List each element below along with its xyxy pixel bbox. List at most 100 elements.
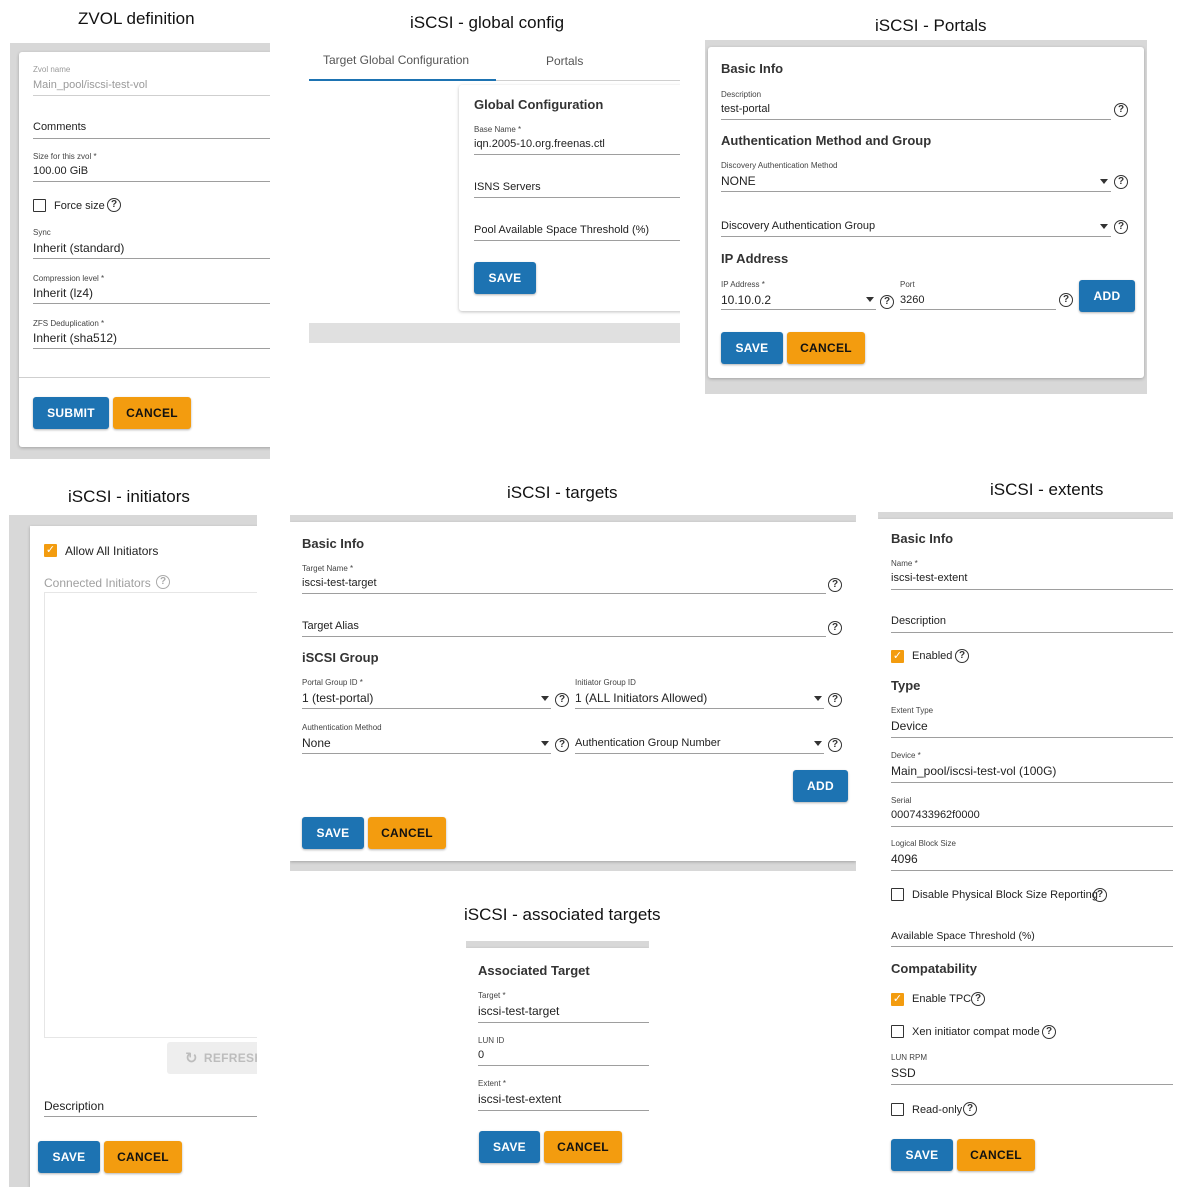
assoc-extent-select[interactable]: iscsi-test-extent	[478, 1092, 561, 1106]
block-size-label: Logical Block Size	[891, 839, 956, 848]
portal-group-chevron-down-icon[interactable]	[541, 696, 549, 701]
assoc-cancel-button[interactable]: CANCEL	[544, 1131, 622, 1163]
assoc-target-select[interactable]: iscsi-test-target	[478, 1004, 559, 1018]
tab-portals[interactable]: Portals	[546, 54, 583, 68]
comments-field[interactable]: Comments	[33, 121, 86, 133]
extent-name-field[interactable]: iscsi-test-extent	[891, 572, 967, 584]
initiator-group-help-icon[interactable]: ?	[828, 693, 842, 707]
zvol-cancel-button[interactable]: CANCEL	[113, 397, 191, 429]
portal-ip-select[interactable]: 10.10.0.2	[721, 293, 771, 307]
read-only-checkbox[interactable]	[891, 1103, 904, 1116]
global-save-button[interactable]: SAVE	[474, 262, 536, 294]
enabled-checkbox[interactable]: ✓	[891, 650, 904, 663]
serial-label: Serial	[891, 796, 912, 805]
portal-description-field[interactable]: test-portal	[721, 103, 770, 115]
portal-port-help-icon[interactable]: ?	[1059, 293, 1073, 307]
extent-name-label: Name *	[891, 559, 918, 568]
tab-target-global-configuration[interactable]: Target Global Configuration	[323, 53, 469, 67]
global-config-panel: Target Global Configuration Portals Glob…	[309, 40, 680, 343]
compression-select[interactable]: Inherit (lz4)	[33, 286, 93, 300]
dedup-underline	[33, 348, 270, 349]
initiator-cancel-button[interactable]: CANCEL	[104, 1141, 182, 1173]
enable-tpc-help-icon[interactable]: ?	[971, 992, 985, 1006]
dedup-label: ZFS Deduplication *	[33, 319, 105, 328]
disc-auth-group-chevron-down-icon[interactable]	[1100, 224, 1108, 229]
disable-phys-block-help-icon[interactable]: ?	[1093, 888, 1107, 902]
target-save-button[interactable]: SAVE	[302, 817, 364, 849]
serial-field[interactable]: 0007433962f0000	[891, 809, 980, 821]
portal-ip-chevron-down-icon[interactable]	[866, 297, 874, 302]
portal-cancel-button[interactable]: CANCEL	[787, 332, 865, 364]
portal-group-help-icon[interactable]: ?	[555, 693, 569, 707]
target-auth-method-help-icon[interactable]: ?	[555, 738, 569, 752]
lun-id-field[interactable]: 0	[478, 1049, 484, 1061]
extent-description-field[interactable]: Description	[891, 615, 946, 627]
portal-group-select[interactable]: 1 (test-portal)	[302, 691, 373, 705]
initiator-description-field[interactable]: Description	[44, 1099, 104, 1113]
auth-group-number-chevron-down-icon[interactable]	[814, 741, 822, 746]
device-select[interactable]: Main_pool/iscsi-test-vol (100G)	[891, 764, 1056, 778]
target-alias-field[interactable]: Target Alias	[302, 620, 359, 632]
portal-port-underline	[900, 309, 1056, 310]
disc-auth-group-help-icon[interactable]: ?	[1114, 220, 1128, 234]
initiator-save-button[interactable]: SAVE	[38, 1141, 100, 1173]
base-name-field[interactable]: iqn.2005-10.org.freenas.ctl	[474, 138, 605, 150]
extents-basic-info-title: Basic Info	[891, 531, 954, 546]
refresh-button[interactable]: ↻ REFRESH	[167, 1042, 257, 1074]
isns-servers-field[interactable]: ISNS Servers	[474, 181, 541, 193]
portals-basic-info-title: Basic Info	[721, 61, 784, 76]
portal-ip-label: IP Address *	[721, 280, 765, 289]
target-name-field[interactable]: iscsi-test-target	[302, 577, 377, 589]
submit-button[interactable]: SUBMIT	[33, 397, 109, 429]
portal-description-help-icon[interactable]: ?	[1114, 103, 1128, 117]
pool-threshold-field[interactable]: Pool Available Space Threshold (%)	[474, 224, 649, 236]
target-auth-method-chevron-down-icon[interactable]	[541, 741, 549, 746]
lun-rpm-select[interactable]: SSD	[891, 1066, 916, 1080]
target-add-button[interactable]: ADD	[793, 770, 848, 802]
initiator-group-chevron-down-icon[interactable]	[814, 696, 822, 701]
disc-auth-method-select[interactable]: NONE	[721, 174, 756, 188]
read-only-help-icon[interactable]: ?	[963, 1102, 977, 1116]
initiator-group-select[interactable]: 1 (ALL Initiators Allowed)	[575, 691, 707, 705]
target-cancel-button[interactable]: CANCEL	[368, 817, 446, 849]
disc-auth-group-select[interactable]: Discovery Authentication Group	[721, 220, 875, 232]
targets-panel: Basic Info Target Name * iscsi-test-targ…	[290, 515, 856, 871]
initiator-group-label: Initiator Group ID	[575, 678, 636, 687]
portal-port-field[interactable]: 3260	[900, 294, 924, 306]
target-alias-help-icon[interactable]: ?	[828, 621, 842, 635]
force-size-checkbox[interactable]	[33, 199, 46, 212]
auth-group-number-help-icon[interactable]: ?	[828, 738, 842, 752]
disc-auth-method-help-icon[interactable]: ?	[1114, 175, 1128, 189]
associated-targets-card: Associated Target Target * iscsi-test-ta…	[466, 948, 649, 1173]
assoc-save-button[interactable]: SAVE	[479, 1131, 540, 1163]
avail-threshold-field[interactable]: Available Space Threshold (%)	[891, 930, 1035, 942]
connected-initiators-help-icon[interactable]: ?	[156, 575, 170, 589]
disable-phys-block-checkbox[interactable]	[891, 888, 904, 901]
extent-type-select[interactable]: Device	[891, 719, 928, 733]
extent-cancel-button[interactable]: CANCEL	[957, 1139, 1035, 1171]
enabled-help-icon[interactable]: ?	[955, 649, 969, 663]
zvol-size-field[interactable]: 100.00 GiB	[33, 165, 88, 177]
block-size-select[interactable]: 4096	[891, 852, 918, 866]
target-auth-method-select[interactable]: None	[302, 736, 331, 750]
xen-compat-checkbox[interactable]	[891, 1025, 904, 1038]
refresh-label: REFRESH	[203, 1051, 257, 1065]
zvol-name-field[interactable]: Main_pool/iscsi-test-vol	[33, 79, 147, 91]
portal-save-button[interactable]: SAVE	[721, 332, 783, 364]
auth-group-number-select[interactable]: Authentication Group Number	[575, 737, 721, 749]
force-size-help-icon[interactable]: ?	[107, 198, 121, 212]
extent-save-button[interactable]: SAVE	[891, 1139, 953, 1171]
enable-tpc-checkbox[interactable]: ✓	[891, 993, 904, 1006]
connected-initiators-list[interactable]	[44, 592, 257, 1038]
target-name-help-icon[interactable]: ?	[828, 578, 842, 592]
allow-all-initiators-checkbox[interactable]: ✓	[44, 544, 57, 557]
portal-add-button[interactable]: ADD	[1079, 280, 1135, 312]
associated-target-title: Associated Target	[478, 963, 590, 978]
caption-initiators: iSCSI - initiators	[68, 487, 190, 506]
xen-compat-help-icon[interactable]: ?	[1042, 1025, 1056, 1039]
portal-ip-help-icon[interactable]: ?	[880, 295, 894, 309]
sync-select[interactable]: Inherit (standard)	[33, 241, 124, 255]
disc-auth-method-chevron-down-icon[interactable]	[1100, 179, 1108, 184]
initiators-form-card: ✓ Allow All Initiators Connected Initiat…	[30, 526, 257, 1187]
dedup-select[interactable]: Inherit (sha512)	[33, 331, 117, 345]
